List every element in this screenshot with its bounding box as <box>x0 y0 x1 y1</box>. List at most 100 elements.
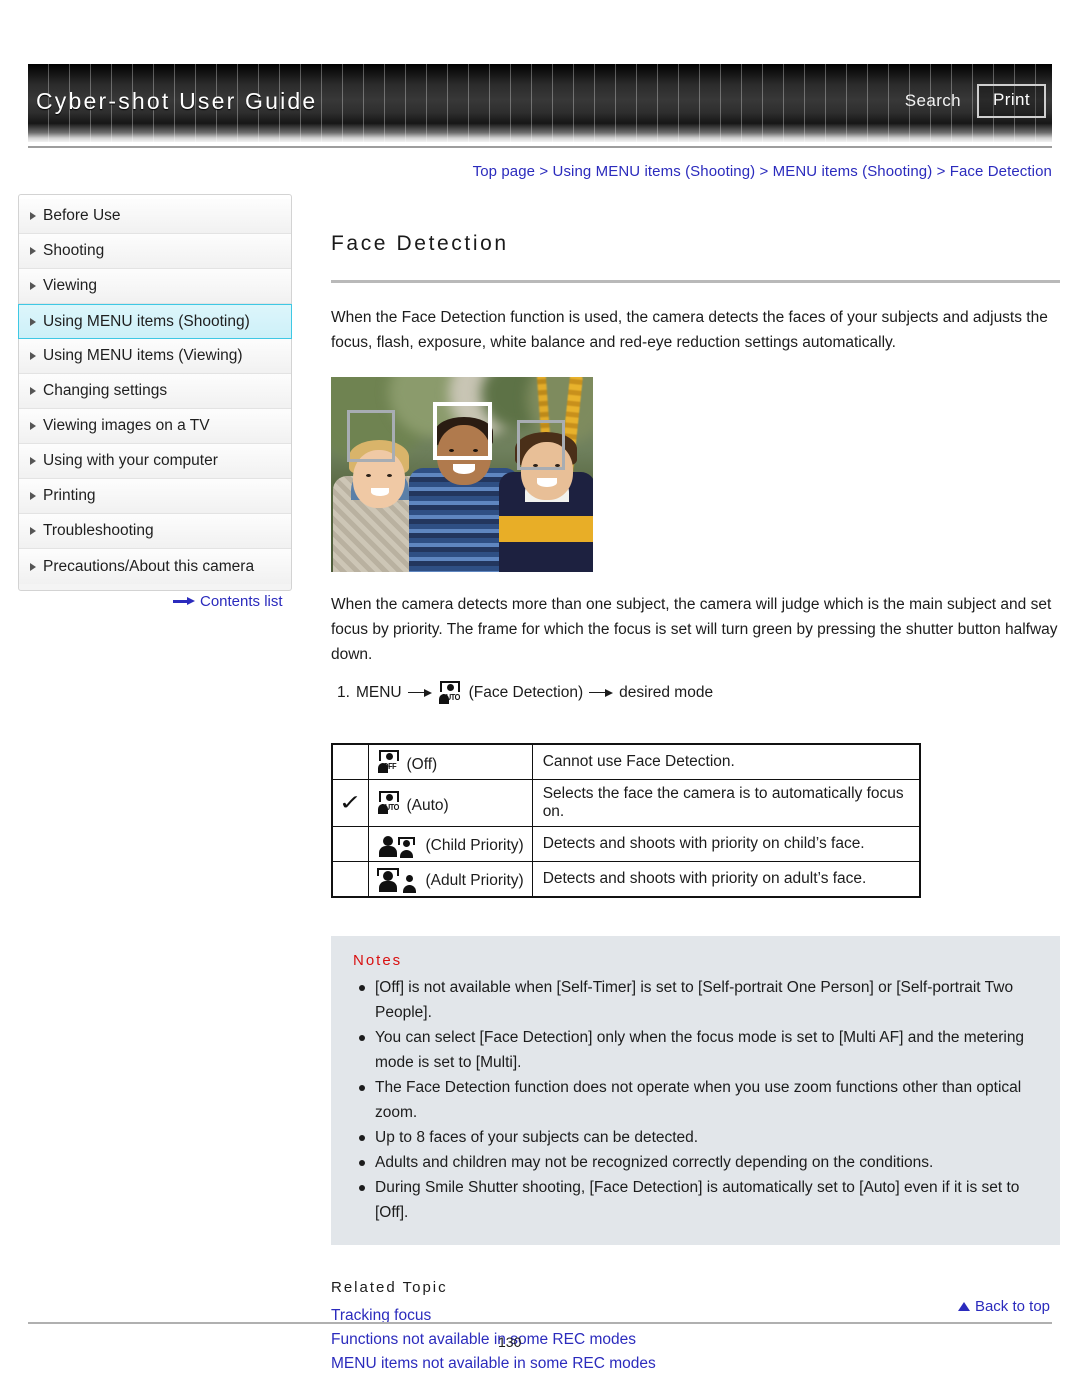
header-divider <box>28 146 1052 148</box>
note-item: [Off] is not available when [Self-Timer]… <box>353 975 1040 1025</box>
sidebar-nav: Before Use Shooting Viewing Using MENU item… <box>18 194 292 591</box>
sidebar-item-viewing[interactable]: Viewing <box>19 269 291 304</box>
related-topic-link[interactable]: MENU items not available in some REC mod… <box>331 1352 1060 1376</box>
selected-indicator-cell: ✓ <box>331 779 369 828</box>
back-to-top-label: Back to top <box>974 1298 1050 1315</box>
chevron-right-icon <box>30 562 36 571</box>
app-title: Cyber-shot User Guide <box>36 88 318 114</box>
mode-cell: OFF (Off) <box>367 743 533 781</box>
sidebar-item-changing-settings[interactable]: Changing settings <box>19 374 291 409</box>
step-number: 1. <box>337 684 350 702</box>
chevron-right-icon <box>30 527 36 535</box>
chevron-right-icon <box>30 422 36 430</box>
face-auto-icon: AUTO <box>377 791 402 815</box>
chevron-right-icon <box>30 352 36 360</box>
mode-description-cell: Cannot use Face Detection. <box>531 743 921 781</box>
step-icon-text: (Face Detection) <box>468 684 584 702</box>
related-topic-section: Related Topic Tracking focus Functions no… <box>331 1279 1060 1376</box>
related-topic-title: Related Topic <box>331 1279 448 1297</box>
menu-step-instruction: 1. MENU AUTO (Face Detection) desired mo… <box>337 681 1060 705</box>
contents-list-link[interactable]: Contents list <box>173 593 283 610</box>
face-auto-icon: AUTO <box>438 681 463 705</box>
related-topic-link[interactable]: Tracking focus <box>331 1304 1060 1328</box>
intro-paragraph: When the Face Detection function is used… <box>331 309 1048 352</box>
chevron-right-icon <box>30 492 36 500</box>
app-header: Cyber-shot User Guide Search Print <box>28 64 1052 142</box>
sidebar-item-label: Shooting <box>43 242 105 259</box>
sidebar-item-label: Viewing images on a TV <box>43 417 210 434</box>
child-priority-icon <box>377 832 421 859</box>
face-off-icon: OFF <box>377 750 402 774</box>
sidebar-item-shooting[interactable]: Shooting <box>19 234 291 269</box>
sidebar-item-troubleshooting[interactable]: Troubleshooting <box>19 514 291 549</box>
paragraph-2: When the camera detects more than one su… <box>331 596 1058 664</box>
mode-label: (Off) <box>406 756 438 774</box>
related-topic-links: Tracking focus Functions not available in… <box>331 1304 1060 1376</box>
chevron-right-icon <box>30 317 36 326</box>
back-to-top-link[interactable]: Back to top <box>957 1298 1050 1315</box>
sidebar-item-before-use[interactable]: Before Use <box>19 199 291 234</box>
title-divider <box>331 280 1060 284</box>
footer-divider <box>28 1322 1052 1324</box>
arrow-right-icon <box>589 689 614 698</box>
note-item: You can select [Face Detection] only whe… <box>353 1025 1040 1075</box>
face-frame-left <box>347 410 395 463</box>
chevron-right-icon <box>30 457 36 465</box>
mode-label: (Child Priority) <box>425 837 524 855</box>
table-row: (Child Priority) Detects and shoots with … <box>331 826 921 863</box>
header-actions: Search Print <box>903 84 1046 118</box>
table-row: OFF (Off) Cannot use Face Detection. <box>331 743 921 781</box>
mode-description-cell: Detects and shoots with priority on adul… <box>531 861 921 898</box>
sidebar-item-using-with-your-computer[interactable]: Using with your computer <box>19 444 291 479</box>
sidebar-item-viewing-images-on-a-tv[interactable]: Viewing images on a TV <box>19 409 291 444</box>
selected-indicator-cell <box>331 826 369 863</box>
mode-cell: AUTO (Auto) <box>367 779 533 828</box>
adult-figure-icon <box>377 832 399 858</box>
mode-description-cell: Detects and shoots with priority on chil… <box>531 826 921 863</box>
mode-cell: (Adult Priority) <box>367 861 533 898</box>
mode-description-cell: Selects the face the camera is to automa… <box>531 779 921 828</box>
note-item: Adults and children may not be recognize… <box>353 1150 1040 1175</box>
sidebar-item-using-menu-items-shooting[interactable]: Using MENU items (Shooting) <box>18 304 292 339</box>
related-topic-link[interactable]: Functions not available in some REC mode… <box>331 1328 1060 1352</box>
face-icon-label: AUTO <box>440 693 460 703</box>
sidebar-item-using-menu-items-viewing[interactable]: Using MENU items (Viewing) <box>19 339 291 374</box>
sidebar-item-label: Printing <box>43 487 96 504</box>
step-menu-label: MENU <box>355 684 402 702</box>
notes-list: [Off] is not available when [Self-Timer]… <box>353 975 1040 1225</box>
search-button[interactable]: Search <box>903 87 963 115</box>
arrow-right-icon <box>407 689 432 698</box>
print-button[interactable]: Print <box>977 84 1046 118</box>
chevron-right-icon <box>30 387 36 395</box>
mode-cell: (Child Priority) <box>367 826 533 863</box>
chevron-right-icon <box>30 212 36 220</box>
face-frame-main <box>433 402 492 461</box>
sidebar-item-printing[interactable]: Printing <box>19 479 291 514</box>
face-icon-label: AUTO <box>379 803 399 813</box>
sidebar-item-label: Using with your computer <box>43 452 218 469</box>
main-content: Face Detection When the Face Detection f… <box>331 218 1060 1376</box>
page-title: Face Detection <box>331 232 509 256</box>
step-end-label: desired mode <box>619 684 714 702</box>
sidebar-item-label: Using MENU items (Viewing) <box>43 347 243 364</box>
child-figure-icon <box>401 867 418 894</box>
chevron-right-icon <box>30 247 36 255</box>
chevron-right-icon <box>30 282 36 290</box>
breadcrumb[interactable]: Top page > Using MENU items (Shooting) >… <box>473 163 1052 180</box>
check-icon: ✓ <box>338 790 362 815</box>
notes-title: Notes <box>353 952 403 970</box>
adult-figure-bracket-icon <box>376 867 399 893</box>
face-detection-photo <box>331 377 593 573</box>
contents-list-label: Contents list <box>200 593 283 610</box>
sidebar-item-label: Before Use <box>43 207 121 224</box>
sidebar-item-label: Precautions/About this camera <box>43 557 255 575</box>
sidebar-item-label: Viewing <box>43 277 98 294</box>
adult-priority-icon <box>376 867 421 894</box>
mode-label: (Adult Priority) <box>425 872 524 890</box>
mode-label: (Auto) <box>406 797 449 815</box>
child-figure-bracket-icon <box>397 832 415 859</box>
sidebar-item-precautions-about-this-camera[interactable]: Precautions/About this camera <box>19 549 291 584</box>
table-row: (Adult Priority) Detects and shoots with … <box>331 861 921 898</box>
note-item: During Smile Shutter shooting, [Face Det… <box>353 1175 1040 1225</box>
note-item: Up to 8 faces of your subjects can be de… <box>353 1125 1040 1150</box>
